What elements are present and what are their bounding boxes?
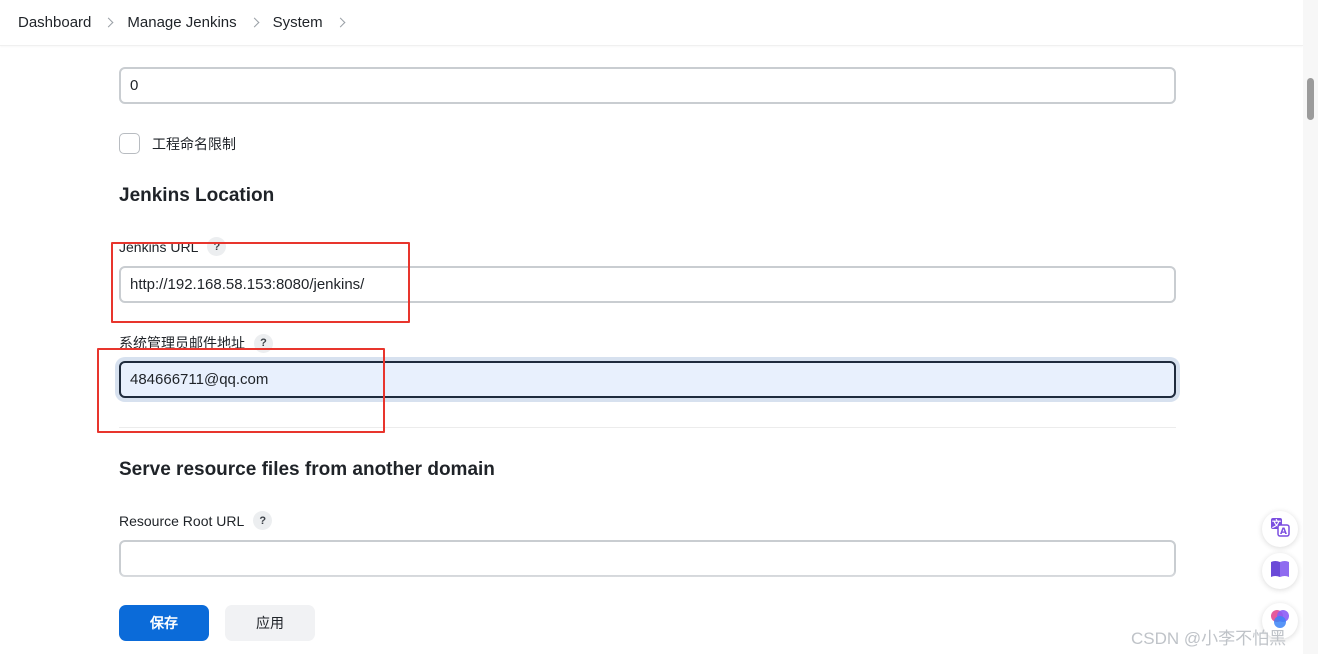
jenkins-url-label-row: Jenkins URL ? — [119, 237, 227, 256]
reader-button[interactable] — [1262, 553, 1298, 589]
scrollbar-thumb[interactable] — [1307, 78, 1314, 120]
chevron-right-icon[interactable] — [335, 17, 346, 28]
translate-button[interactable]: 文 A — [1262, 511, 1298, 547]
admin-email-label-row: 系统管理员邮件地址 ? — [119, 333, 273, 353]
jenkins-url-input[interactable]: http://192.168.58.153:8080/jenkins/ — [119, 266, 1176, 303]
resource-root-url-label-row: Resource Root URL ? — [119, 511, 273, 530]
breadcrumb: Dashboard Manage Jenkins System — [0, 0, 1303, 46]
help-icon[interactable]: ? — [254, 333, 273, 353]
breadcrumb-item-system[interactable]: System — [273, 14, 323, 31]
breadcrumb-item-dashboard[interactable]: Dashboard — [18, 14, 91, 31]
bottom-fade — [0, 570, 1303, 592]
project-naming-checkbox[interactable] — [119, 133, 140, 154]
svg-text:A: A — [1280, 527, 1287, 537]
project-naming-label: 工程命名限制 — [152, 135, 236, 152]
section-divider — [119, 427, 1176, 428]
save-button[interactable]: 保存 — [119, 605, 209, 641]
chevron-right-icon[interactable] — [103, 17, 114, 28]
csdn-watermark: CSDN @小李不怕黑 — [1131, 629, 1287, 648]
help-icon[interactable]: ? — [207, 237, 227, 256]
section-title-resource-domain: Serve resource files from another domain — [119, 459, 495, 480]
vertical-scrollbar[interactable] — [1303, 0, 1318, 654]
breadcrumb-item-manage-jenkins[interactable]: Manage Jenkins — [127, 14, 236, 31]
admin-email-label: 系统管理员邮件地址 — [119, 335, 245, 351]
project-naming-row[interactable]: 工程命名限制 — [119, 133, 236, 154]
section-title-jenkins-location: Jenkins Location — [119, 185, 275, 206]
apply-button[interactable]: 应用 — [225, 605, 315, 641]
resource-root-url-label: Resource Root URL — [119, 512, 245, 529]
help-icon[interactable]: ? — [253, 511, 273, 530]
chevron-right-icon[interactable] — [249, 17, 260, 28]
admin-email-input[interactable]: 484666711@qq.com — [119, 361, 1176, 398]
scm-retry-input[interactable]: 0 — [119, 67, 1176, 104]
jenkins-url-label: Jenkins URL — [119, 238, 199, 255]
translate-icon: 文 A — [1270, 517, 1290, 542]
book-icon — [1270, 560, 1290, 583]
config-form: SCM签出重试次数 0 工程命名限制 Jenkins Location Jenk… — [119, 0, 1176, 654]
